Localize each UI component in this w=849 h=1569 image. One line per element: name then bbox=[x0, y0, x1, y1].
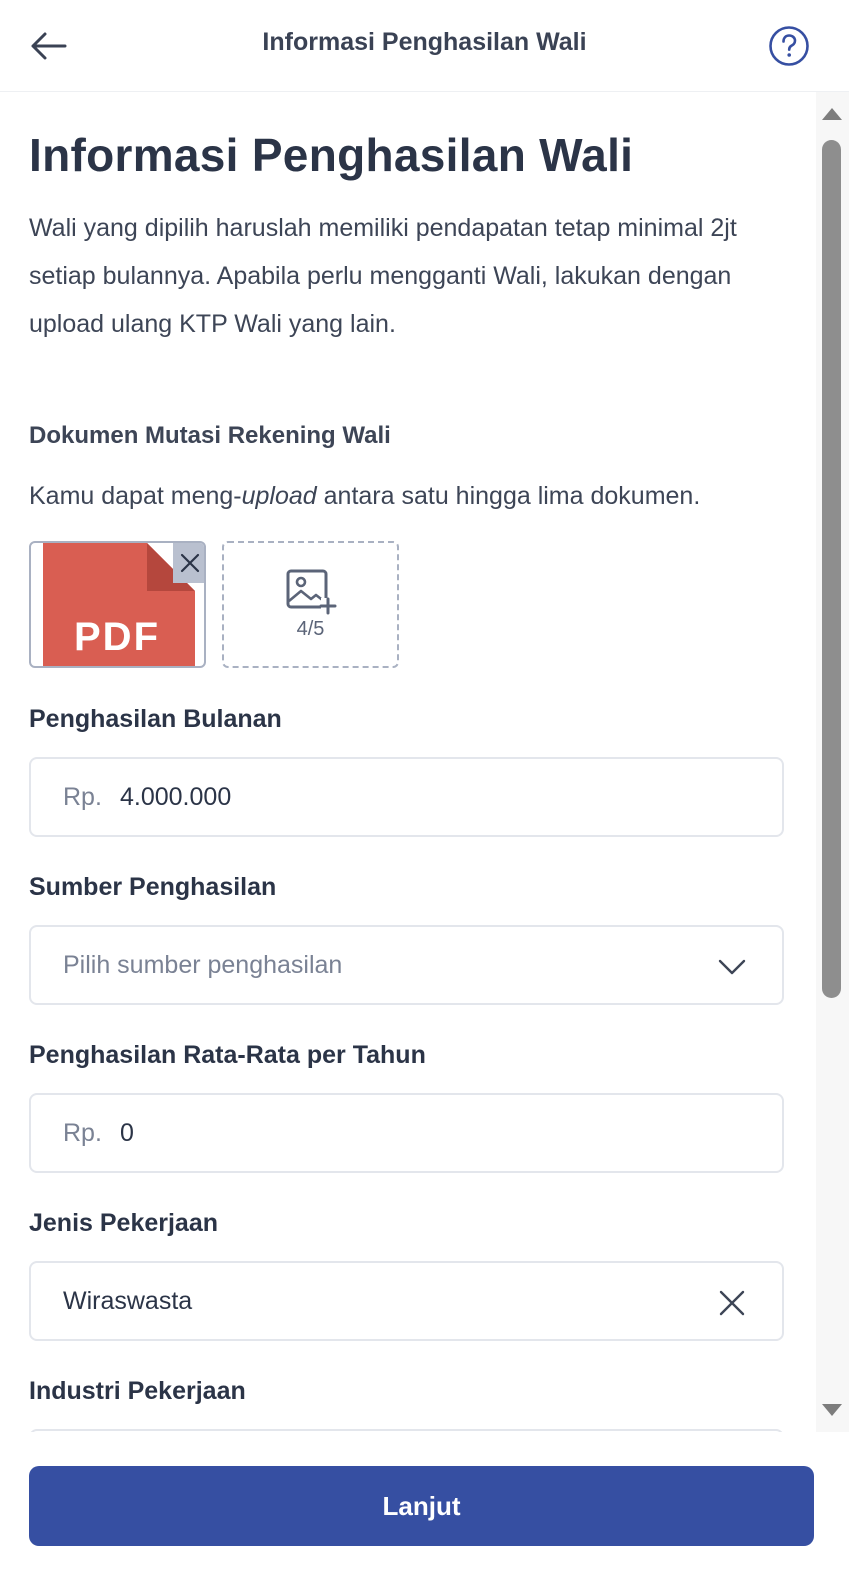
currency-prefix: Rp. bbox=[63, 1119, 102, 1147]
income-source-select[interactable]: Pilih sumber penghasilan bbox=[29, 925, 784, 1005]
document-hint-prefix: Kamu dapat meng- bbox=[29, 482, 242, 510]
uploaded-pdf-thumbnail[interactable]: PDF bbox=[29, 541, 206, 668]
page-title: Informasi Penghasilan Wali bbox=[29, 129, 634, 181]
pdf-label: PDF bbox=[74, 615, 160, 659]
app-header: Informasi Penghasilan Wali bbox=[0, 0, 849, 92]
question-circle-icon bbox=[769, 26, 809, 66]
annual-income-field[interactable]: Rp. 0 bbox=[29, 1093, 784, 1173]
add-document-button[interactable]: 4/5 bbox=[222, 541, 399, 668]
document-hint: Kamu dapat meng-upload antara satu hingg… bbox=[29, 482, 700, 511]
monthly-income-label: Penghasilan Bulanan bbox=[29, 705, 282, 733]
income-source-label: Sumber Penghasilan bbox=[29, 873, 277, 901]
scrollbar[interactable] bbox=[816, 92, 849, 1432]
close-icon bbox=[180, 553, 199, 573]
annual-income-value: 0 bbox=[120, 1119, 134, 1147]
document-hint-suffix: antara satu hingga lima dokumen. bbox=[316, 482, 701, 510]
add-image-icon bbox=[286, 569, 336, 615]
clear-icon[interactable] bbox=[718, 1289, 746, 1317]
monthly-income-field[interactable]: Rp. 4.000.000 bbox=[29, 757, 784, 837]
remove-document-button[interactable] bbox=[173, 543, 204, 583]
job-type-value: Wiraswasta bbox=[63, 1287, 193, 1315]
document-hint-italic: upload bbox=[241, 482, 317, 510]
page-description: Wali yang dipilih haruslah memiliki pend… bbox=[29, 214, 737, 338]
continue-button[interactable]: Lanjut bbox=[29, 1466, 814, 1546]
scroll-up-arrow[interactable] bbox=[822, 108, 842, 120]
chevron-down-icon bbox=[718, 959, 746, 975]
industry-label: Industri Pekerjaan bbox=[29, 1377, 246, 1405]
document-count: 4/5 bbox=[296, 618, 325, 640]
monthly-income-value: 4.000.000 bbox=[120, 783, 232, 811]
currency-prefix: Rp. bbox=[63, 783, 102, 811]
income-source-placeholder: Pilih sumber penghasilan bbox=[63, 951, 343, 979]
help-button[interactable] bbox=[768, 25, 810, 67]
header-title: Informasi Penghasilan Wali bbox=[262, 28, 587, 56]
annual-income-label: Penghasilan Rata-Rata per Tahun bbox=[29, 1041, 426, 1069]
form-content[interactable]: Informasi Penghasilan Wali Wali yang dip… bbox=[0, 92, 816, 1432]
document-label: Dokumen Mutasi Rekening Wali bbox=[29, 422, 391, 449]
job-type-label: Jenis Pekerjaan bbox=[29, 1209, 219, 1237]
footer: Lanjut bbox=[0, 1432, 849, 1569]
scroll-thumb[interactable] bbox=[822, 140, 841, 998]
job-type-field[interactable]: Wiraswasta bbox=[29, 1261, 784, 1341]
scroll-down-arrow[interactable] bbox=[822, 1404, 842, 1416]
